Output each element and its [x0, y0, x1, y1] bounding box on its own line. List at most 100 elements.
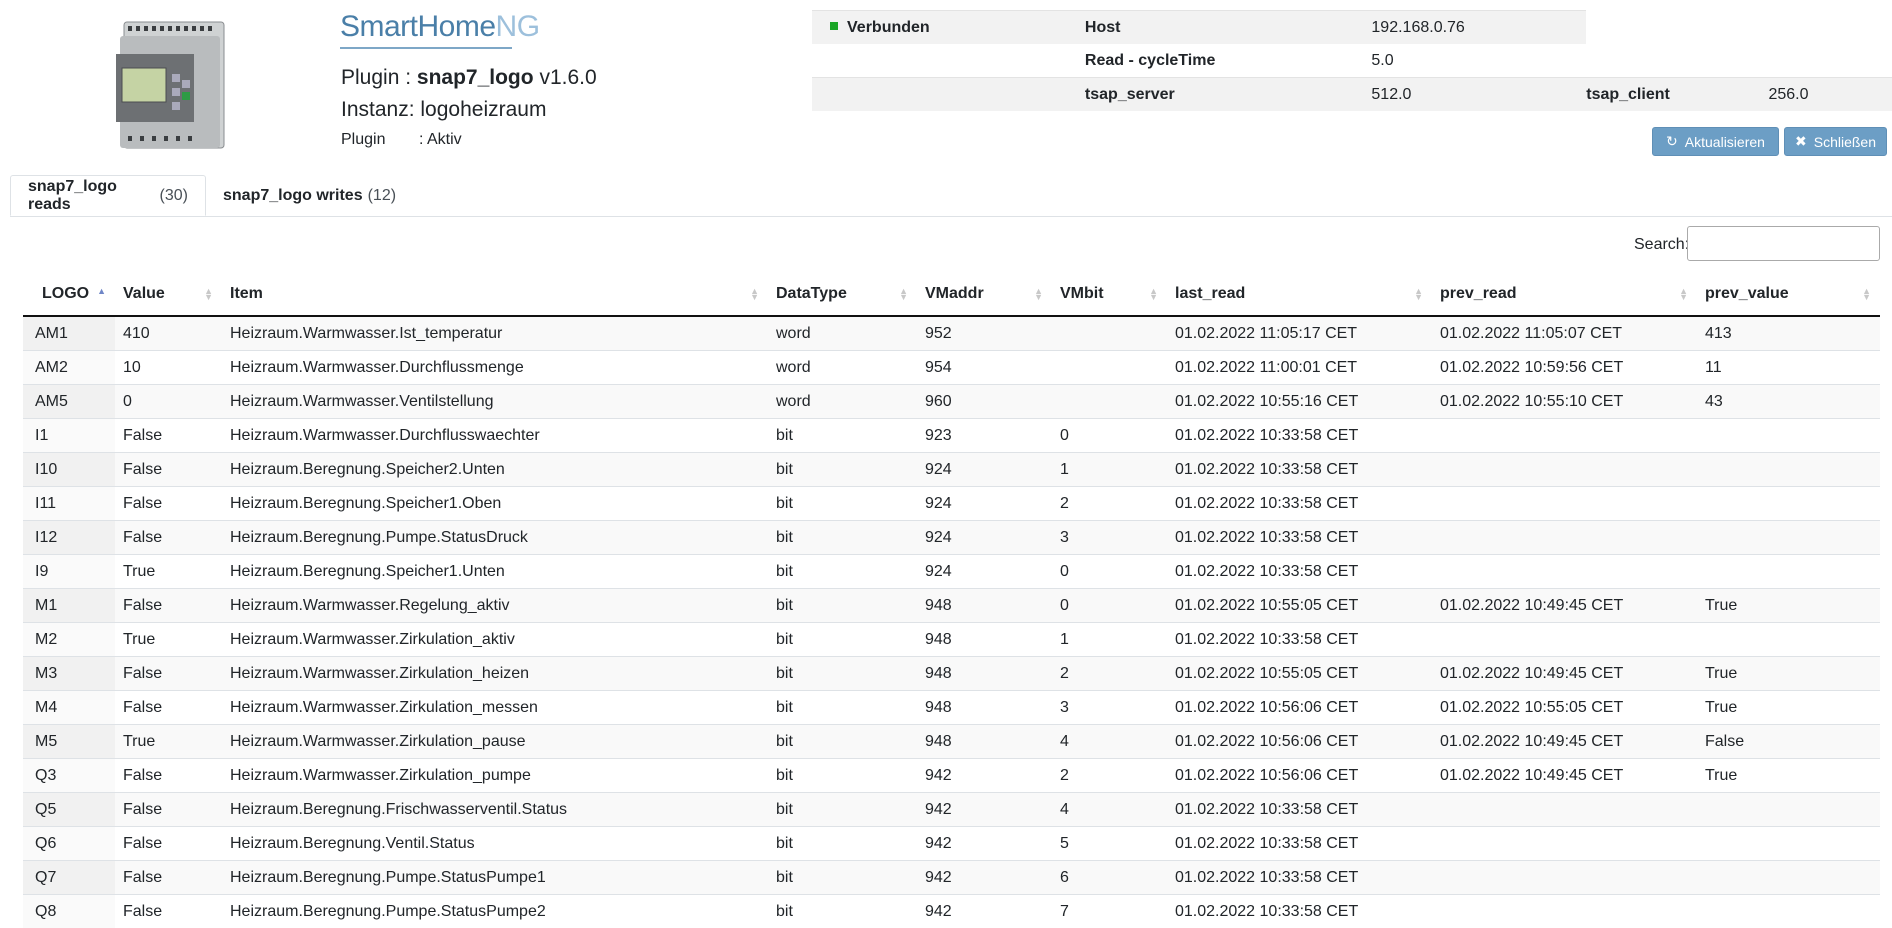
reads-table-body: AM1410Heizraum.Warmwasser.Ist_temperatur… [23, 316, 1880, 928]
table-row: AM50Heizraum.Warmwasser.Ventilstellungwo… [23, 385, 1880, 419]
cell-value: True [115, 725, 222, 759]
column-header-last-read[interactable]: last_read▲▼ [1167, 273, 1432, 316]
refresh-button[interactable]: ↻ Aktualisieren [1652, 127, 1779, 156]
tsap-server-value: 512.0 [1371, 78, 1586, 112]
table-row: AM1410Heizraum.Warmwasser.Ist_temperatur… [23, 316, 1880, 351]
table-row: M2TrueHeizraum.Warmwasser.Zirkulation_ak… [23, 623, 1880, 657]
cell-last-read: 01.02.2022 10:33:58 CET [1167, 419, 1432, 453]
host-value: 192.168.0.76 [1371, 11, 1586, 45]
cell-value: False [115, 419, 222, 453]
cell-last-read: 01.02.2022 10:33:58 CET [1167, 487, 1432, 521]
cell-logo: M4 [23, 691, 115, 725]
cell-item: Heizraum.Beregnung.Speicher1.Unten [222, 555, 768, 589]
cell-prev-value: True [1697, 759, 1880, 793]
cell-vmbit: 4 [1052, 725, 1167, 759]
cell-vmbit: 6 [1052, 861, 1167, 895]
cell-vmaddr: 942 [917, 827, 1052, 861]
column-header-prev-value[interactable]: prev_value▲▼ [1697, 273, 1880, 316]
cell-prev-value [1697, 521, 1880, 555]
cell-prev-value [1697, 453, 1880, 487]
cell-value: False [115, 657, 222, 691]
table-row: I1FalseHeizraum.Warmwasser.Durchflusswae… [23, 419, 1880, 453]
cell-last-read: 01.02.2022 11:00:01 CET [1167, 351, 1432, 385]
cell-prev-value [1697, 895, 1880, 928]
brand-accent-text: NG [496, 10, 540, 43]
cell-value: 410 [115, 316, 222, 351]
cell-logo: I9 [23, 555, 115, 589]
tsap-server-label: tsap_server [1085, 78, 1371, 112]
cell-value: 0 [115, 385, 222, 419]
cell-vmaddr: 960 [917, 385, 1052, 419]
cycle-time-label: Read - cycleTime [1085, 44, 1371, 78]
cell-logo: M5 [23, 725, 115, 759]
cell-datatype: bit [768, 759, 917, 793]
cell-datatype: bit [768, 453, 917, 487]
cell-vmbit [1052, 351, 1167, 385]
cell-item: Heizraum.Warmwasser.Durchflussmenge [222, 351, 768, 385]
sort-icon: ▲ [97, 288, 106, 294]
cell-datatype: bit [768, 589, 917, 623]
sort-icon: ▲▼ [1862, 288, 1871, 300]
cell-item: Heizraum.Warmwasser.Ventilstellung [222, 385, 768, 419]
cell-vmaddr: 924 [917, 521, 1052, 555]
cell-vmaddr: 948 [917, 691, 1052, 725]
column-header-logo[interactable]: LOGO▲ [23, 273, 115, 316]
cell-last-read: 01.02.2022 11:05:17 CET [1167, 316, 1432, 351]
table-row: I12FalseHeizraum.Beregnung.Pumpe.StatusD… [23, 521, 1880, 555]
cell-datatype: bit [768, 555, 917, 589]
sort-icon: ▲▼ [1034, 288, 1043, 300]
cell-last-read: 01.02.2022 10:55:05 CET [1167, 657, 1432, 691]
cell-last-read: 01.02.2022 10:56:06 CET [1167, 759, 1432, 793]
cell-prev-read [1432, 623, 1697, 657]
table-row: Q7FalseHeizraum.Beregnung.Pumpe.StatusPu… [23, 861, 1880, 895]
cell-vmaddr: 948 [917, 725, 1052, 759]
cell-vmaddr: 923 [917, 419, 1052, 453]
cell-prev-value: True [1697, 691, 1880, 725]
cell-vmbit: 4 [1052, 793, 1167, 827]
close-icon: ✖ [1795, 133, 1807, 150]
cell-last-read: 01.02.2022 10:55:05 CET [1167, 589, 1432, 623]
tab-reads[interactable]: snap7_logo reads(30) [10, 175, 206, 216]
column-header-datatype[interactable]: DataType▲▼ [768, 273, 917, 316]
cell-datatype: bit [768, 521, 917, 555]
cell-vmaddr: 948 [917, 657, 1052, 691]
tab-writes[interactable]: snap7_logo writes(12) [206, 175, 416, 216]
cell-last-read: 01.02.2022 10:56:06 CET [1167, 691, 1432, 725]
cell-last-read: 01.02.2022 10:33:58 CET [1167, 827, 1432, 861]
cell-prev-read: 01.02.2022 10:55:05 CET [1432, 691, 1697, 725]
cell-last-read: 01.02.2022 10:56:06 CET [1167, 725, 1432, 759]
plugin-version: v1.6.0 [539, 66, 596, 89]
cell-item: Heizraum.Beregnung.Frischwasserventil.St… [222, 793, 768, 827]
plugin-title: Plugin : snap7_logo v1.6.0 [341, 66, 597, 90]
cell-vmbit: 5 [1052, 827, 1167, 861]
cell-prev-read: 01.02.2022 10:49:45 CET [1432, 725, 1697, 759]
cell-prev-read [1432, 453, 1697, 487]
connection-status-text: Verbunden [847, 19, 930, 36]
cell-value: 10 [115, 351, 222, 385]
column-header-vmaddr[interactable]: VMaddr▲▼ [917, 273, 1052, 316]
close-button[interactable]: ✖ Schließen [1784, 127, 1887, 156]
cell-datatype: bit [768, 691, 917, 725]
column-header-value[interactable]: Value▲▼ [115, 273, 222, 316]
cell-vmaddr: 924 [917, 453, 1052, 487]
cell-prev-read: 01.02.2022 10:59:56 CET [1432, 351, 1697, 385]
cell-item: Heizraum.Warmwasser.Zirkulation_heizen [222, 657, 768, 691]
plugin-name: snap7_logo [417, 66, 534, 89]
cell-logo: Q7 [23, 861, 115, 895]
table-row: Q3FalseHeizraum.Warmwasser.Zirkulation_p… [23, 759, 1880, 793]
search-input[interactable] [1687, 226, 1880, 261]
cell-last-read: 01.02.2022 10:33:58 CET [1167, 555, 1432, 589]
cell-datatype: word [768, 351, 917, 385]
cell-vmaddr: 948 [917, 589, 1052, 623]
column-header-prev-read[interactable]: prev_read▲▼ [1432, 273, 1697, 316]
cell-prev-read [1432, 895, 1697, 928]
cell-datatype: bit [768, 623, 917, 657]
cell-prev-value: True [1697, 589, 1880, 623]
column-header-item[interactable]: Item▲▼ [222, 273, 768, 316]
cell-logo: Q3 [23, 759, 115, 793]
column-header-vmbit[interactable]: VMbit▲▼ [1052, 273, 1167, 316]
cell-logo: M1 [23, 589, 115, 623]
cell-value: False [115, 589, 222, 623]
cell-logo: Q5 [23, 793, 115, 827]
cell-prev-value [1697, 487, 1880, 521]
